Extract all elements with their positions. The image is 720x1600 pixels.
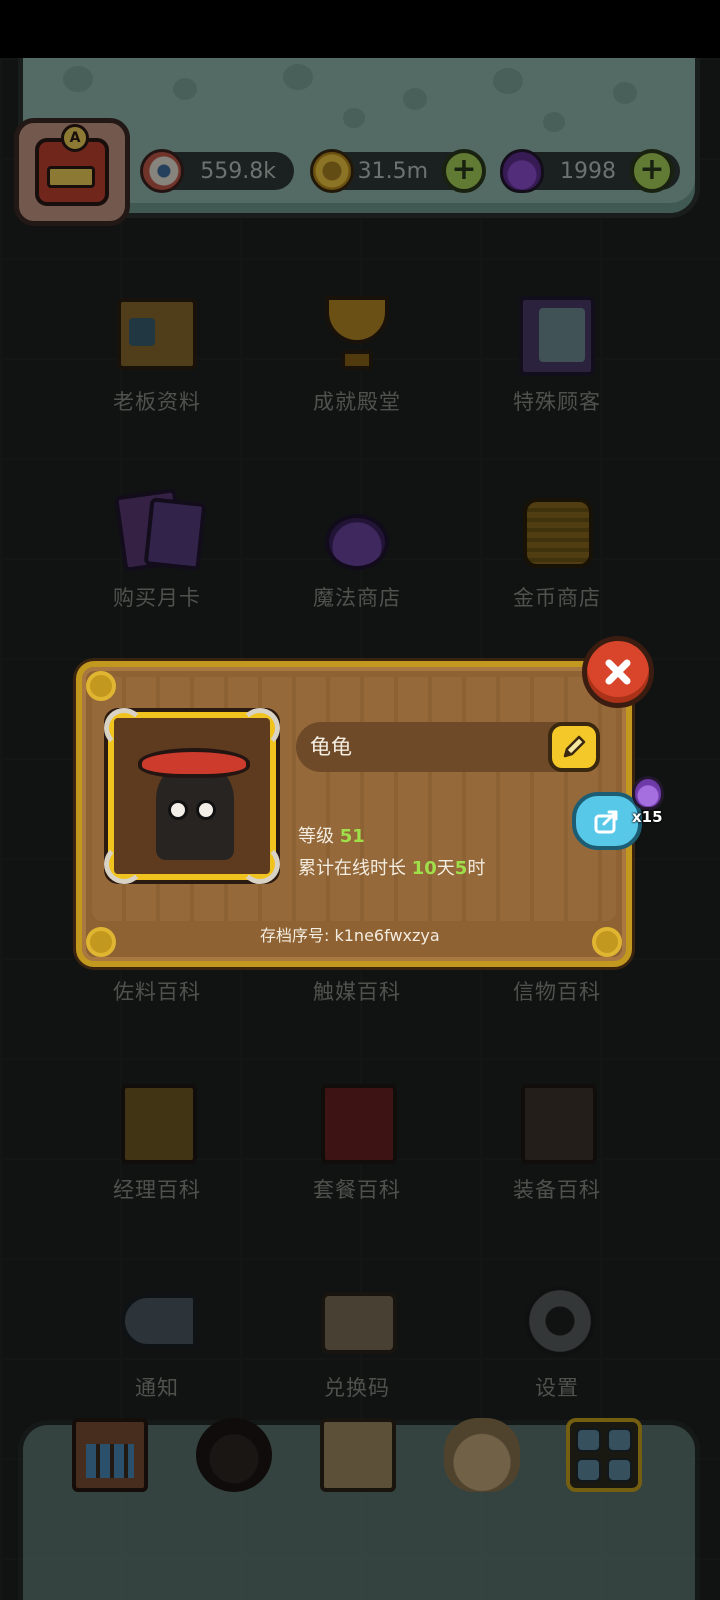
player-portrait[interactable]: [104, 708, 280, 884]
hours-unit: 时: [467, 858, 486, 879]
level-label: 等级: [298, 826, 334, 847]
horn-corner-icon: [240, 844, 280, 884]
online-days: 10: [411, 858, 437, 879]
save-id: 存档序号: k1ne6fwxzya: [260, 926, 440, 945]
reward-potion-icon: [632, 776, 664, 810]
pencil-icon: [563, 735, 586, 758]
close-icon: [605, 659, 631, 685]
status-bar: [0, 0, 720, 58]
close-popup-button[interactable]: [582, 636, 654, 708]
online-time-line: 累计在线时长 10天5时: [298, 854, 485, 880]
player-name: 龟龟: [310, 735, 352, 759]
red-hat-icon: [138, 748, 250, 778]
corner-curl-icon: [592, 927, 622, 957]
horn-corner-icon: [104, 844, 144, 884]
share-icon: [594, 810, 618, 834]
horn-corner-icon: [104, 708, 144, 748]
edit-name-button[interactable]: [548, 722, 600, 772]
eye-icon: [168, 800, 188, 820]
days-unit: 天: [436, 858, 455, 879]
corner-curl-icon: [86, 671, 116, 701]
horn-corner-icon: [240, 708, 280, 748]
eye-icon: [196, 800, 216, 820]
online-label: 累计在线时长: [298, 858, 406, 879]
level-value: 51: [339, 826, 365, 847]
share-reward-count: x15: [632, 808, 663, 826]
corner-curl-icon: [86, 927, 116, 957]
level-line: 等级 51: [298, 822, 365, 848]
online-hours: 5: [454, 858, 468, 879]
